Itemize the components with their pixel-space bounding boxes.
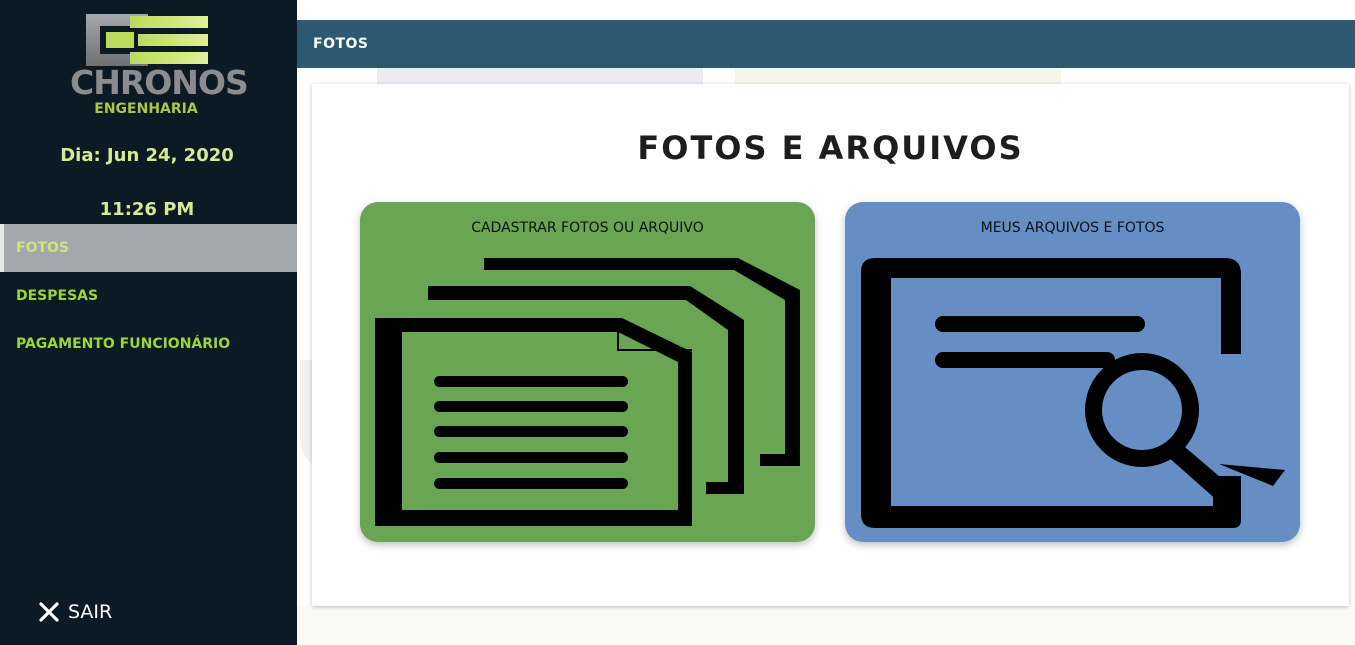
page-title: FOTOS: [313, 36, 369, 52]
logo-subtitle: ENGENHARIA: [94, 101, 198, 117]
section-title: FOTOS E ARQUIVOS: [637, 129, 1024, 167]
close-icon: [39, 602, 59, 622]
logo-mark-icon: [86, 14, 208, 66]
company-logo: CHRONOS ENGENHARIA: [70, 14, 249, 120]
upload-files-label: CADASTRAR FOTOS OU ARQUIVO: [471, 220, 704, 236]
background-strip: [735, 68, 1061, 84]
page-footer-area: [297, 606, 1355, 645]
upload-files-card[interactable]: CADASTRAR FOTOS OU ARQUIVO: [360, 202, 815, 542]
sidebar-item-despesas[interactable]: DESPESAS: [0, 272, 297, 320]
current-time: 11:26 PM: [99, 199, 195, 220]
file-search-icon: [861, 258, 1285, 528]
my-files-label: MEUS ARQUIVOS E FOTOS: [980, 220, 1165, 236]
background-strip: [377, 68, 703, 84]
main-panel: FOTOS E ARQUIVOS CADASTRAR FOTOS OU ARQU…: [312, 84, 1349, 606]
documents-icon: [375, 258, 800, 526]
logo-name: CHRONOS: [70, 63, 249, 102]
header-bar: FOTOS: [297, 20, 1355, 68]
logout-label: SAIR: [68, 601, 113, 623]
my-files-card[interactable]: MEUS ARQUIVOS E FOTOS: [845, 202, 1300, 542]
sidebar-nav: FOTOS DESPESAS PAGAMENTO FUNCIONÁRIO: [0, 224, 297, 368]
sidebar-item-pagamento-funcionario[interactable]: PAGAMENTO FUNCIONÁRIO: [0, 320, 297, 368]
logout-button[interactable]: SAIR: [38, 598, 112, 626]
sidebar: CHRONOS ENGENHARIA Dia: Jun 24, 2020 11:…: [0, 0, 297, 645]
current-date: Dia: Jun 24, 2020: [60, 145, 234, 166]
sidebar-item-fotos[interactable]: FOTOS: [0, 224, 297, 272]
